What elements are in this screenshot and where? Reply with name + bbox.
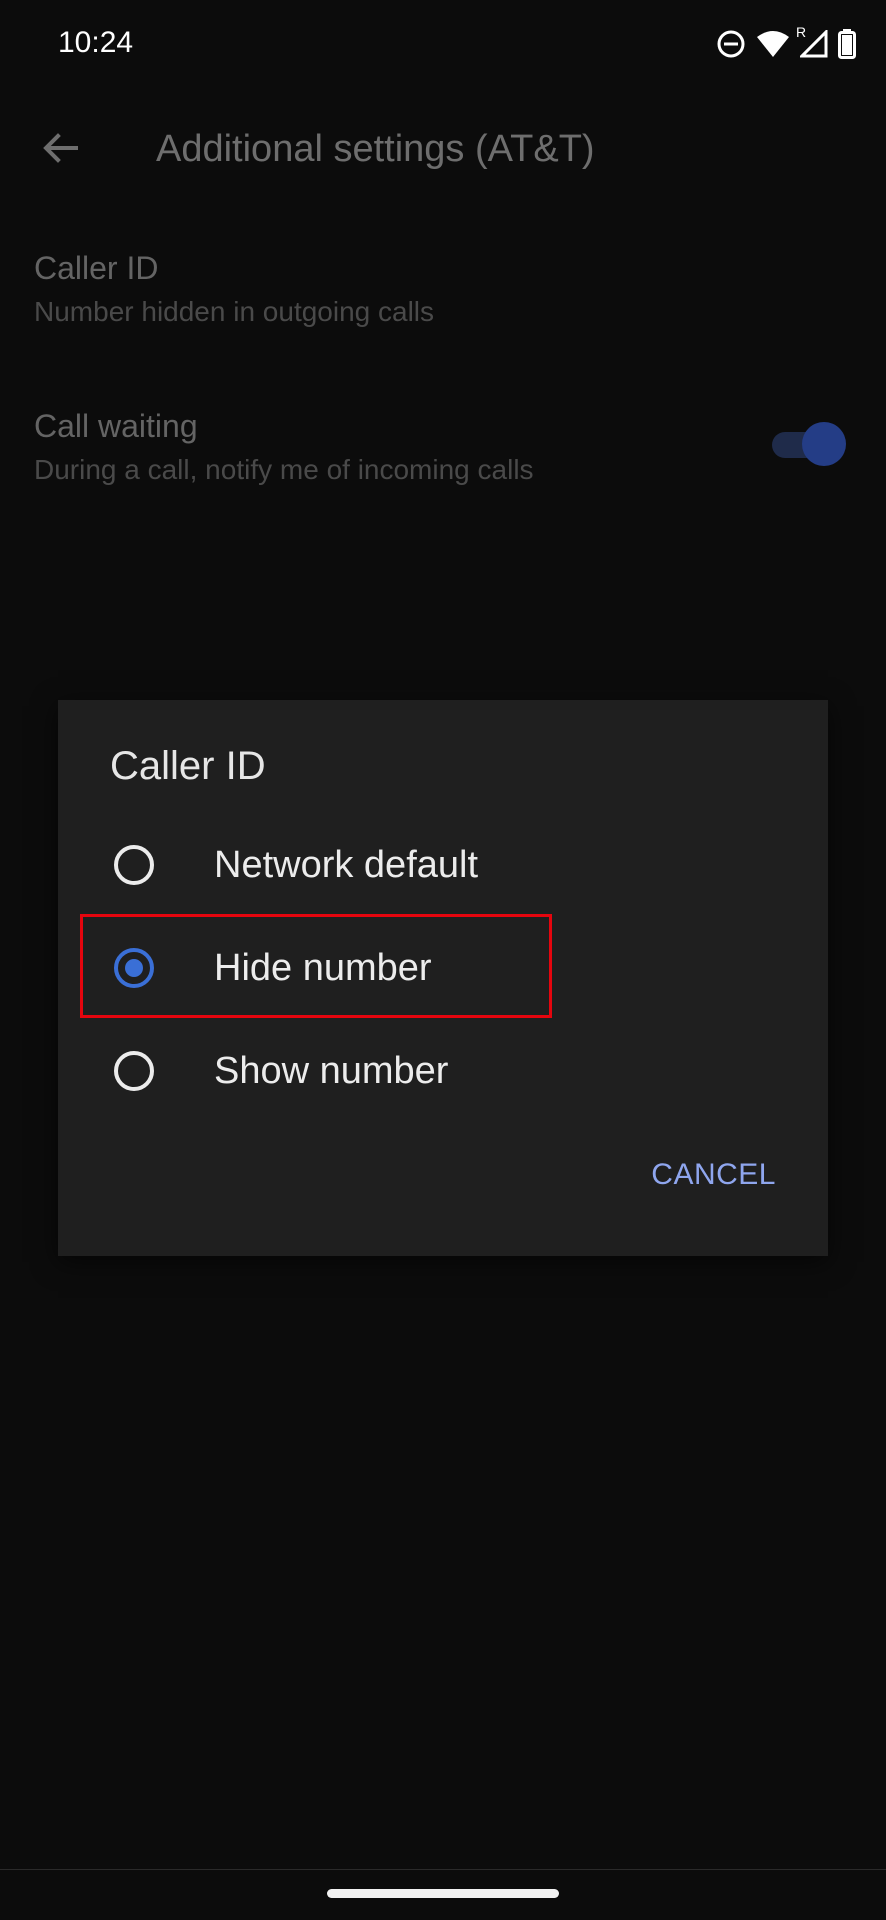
call-waiting-toggle[interactable] [772,422,846,466]
app-bar: Additional settings (AT&T) [0,100,886,200]
status-icons: R [716,24,856,62]
page-title: Additional settings (AT&T) [156,128,595,170]
toggle-thumb [802,422,846,466]
setting-call-waiting[interactable]: Call waiting During a call, notify me of… [34,406,854,490]
dialog-title: Caller ID [110,744,266,788]
radio-unchecked-icon[interactable] [114,845,154,885]
radio-unchecked-icon[interactable] [114,1051,154,1091]
highlight-box [80,914,552,1018]
setting-title: Call waiting [34,408,198,444]
setting-caller-id[interactable]: Caller ID Number hidden in outgoing call… [34,248,854,332]
option-show-number[interactable]: Show number [58,1021,828,1121]
arrow-back-icon [40,128,80,173]
cell-signal-icon: R [796,24,828,58]
setting-summary: Number hidden in outgoing calls [34,296,435,327]
cancel-button[interactable]: CANCEL [651,1158,776,1192]
option-network-default[interactable]: Network default [58,815,828,915]
home-handle[interactable] [327,1889,559,1898]
do-not-disturb-icon [716,29,746,59]
back-button[interactable] [30,120,90,180]
nav-divider [0,1869,886,1870]
screen: 10:24 R Additional settings (AT&T) Calle… [0,0,886,1920]
roaming-indicator: R [796,24,807,40]
setting-summary: During a call, notify me of incoming cal… [34,454,534,485]
status-time: 10:24 [58,26,134,59]
caller-id-dialog: Caller ID Network default Hide number Sh… [58,700,828,1256]
status-bar: 10:24 R [0,0,886,90]
option-label: Network default [214,844,479,886]
option-label: Show number [214,1050,449,1092]
battery-icon [838,29,856,59]
wifi-icon [756,30,790,58]
setting-title: Caller ID [34,250,159,286]
